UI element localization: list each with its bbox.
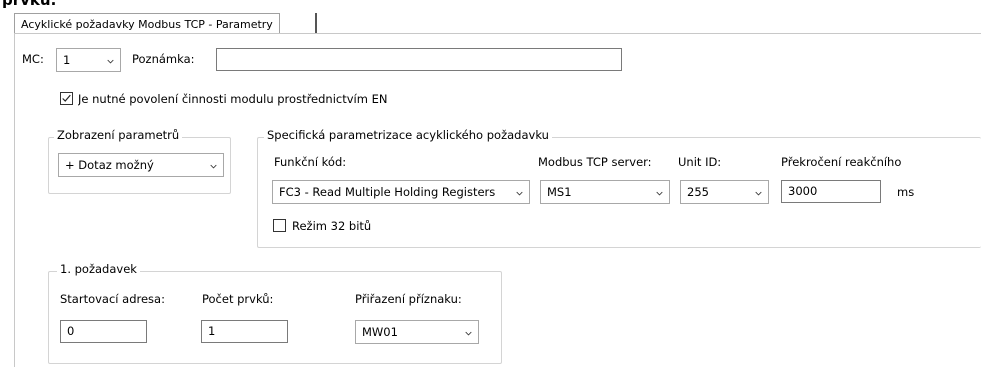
mc-select[interactable]: 1 [56,48,121,72]
request-group [48,271,502,364]
count-label: Počet prvků: [202,292,274,306]
function-select-value: FC3 - Read Multiple Holding Registers [279,185,496,199]
display-select[interactable]: + Dotaz možný [58,153,224,177]
chevron-down-icon [210,164,217,169]
note-label: Poznámka: [132,52,195,66]
chevron-down-icon [656,191,663,196]
display-legend: Zobrazení parametrů [54,128,183,142]
chevron-down-icon [516,191,523,196]
unit-label: Unit ID: [678,155,722,169]
flag-select-value: MW01 [362,325,398,339]
display-select-value: + Dotaz možný [65,158,154,172]
mc-label: MC: [22,52,44,66]
tab-parameters[interactable]: Acyklické požadavky Modbus TCP - Paramet… [14,13,280,34]
timeout-label: Překročení reakčního [781,155,902,169]
unit-select-value: 255 [687,185,709,199]
server-select-value: MS1 [547,185,572,199]
count-input[interactable]: 1 [201,320,288,343]
specific-legend: Specifická parametrizace acyklického pož… [264,128,552,142]
checkmark-icon [62,94,71,102]
note-input[interactable] [216,48,622,71]
enable-label: Je nutné povolení činnosti modulu prostř… [78,92,388,106]
unit-select[interactable]: 255 [680,180,769,204]
timeout-unit: ms [897,185,915,199]
chevron-down-icon [107,59,114,64]
chevron-down-icon [755,191,762,196]
function-label: Funkční kód: [274,155,347,169]
enable-checkbox[interactable] [60,92,73,105]
server-label: Modbus TCP server: [538,155,652,169]
flag-select[interactable]: MW01 [355,320,479,344]
flag-label: Přiřazení příznaku: [355,292,462,306]
timeout-input[interactable]: 3000 [781,180,881,203]
mode32-checkbox[interactable] [273,219,286,232]
start-label: Startovací adresa: [60,292,165,306]
request-legend: 1. požadavek [57,262,140,276]
function-select[interactable]: FC3 - Read Multiple Holding Registers [272,180,530,204]
clipped-header: prvků. [0,0,981,10]
mc-select-value: 1 [63,53,71,67]
start-input[interactable]: 0 [60,320,147,343]
clipped-header-text: prvků. [2,0,57,9]
tab-separator [315,13,317,34]
mode32-label: Režim 32 bitů [292,219,372,233]
server-select[interactable]: MS1 [540,180,670,204]
chevron-down-icon [465,331,472,336]
